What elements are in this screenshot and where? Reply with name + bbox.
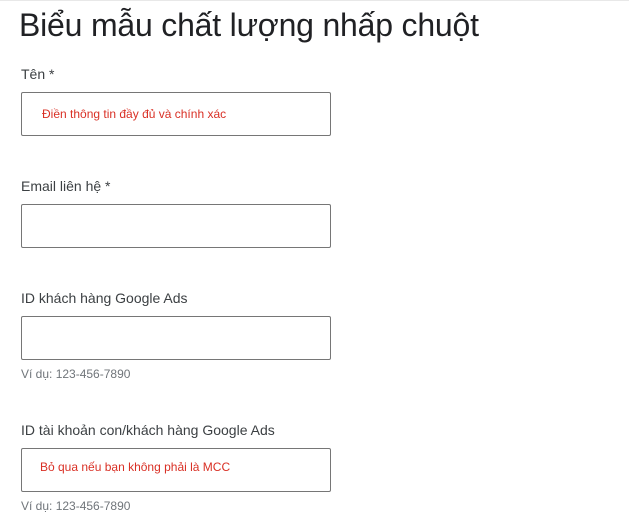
- google-ads-subaccount-id-label: ID tài khoản con/khách hàng Google Ads: [21, 422, 275, 438]
- name-label: Tên *: [21, 66, 55, 82]
- contact-email-input[interactable]: [21, 204, 331, 248]
- click-quality-form: Biểu mẫu chất lượng nhấp chuột Tên * Ema…: [0, 0, 629, 530]
- contact-email-label: Email liên hệ *: [21, 178, 111, 194]
- top-divider: [0, 0, 629, 1]
- google-ads-customer-id-hint: Ví dụ: 123-456-7890: [21, 367, 131, 381]
- google-ads-customer-id-label: ID khách hàng Google Ads: [21, 290, 188, 306]
- name-input[interactable]: [21, 92, 331, 136]
- page-title: Biểu mẫu chất lượng nhấp chuột: [19, 7, 479, 43]
- google-ads-subaccount-id-input[interactable]: [21, 448, 331, 492]
- google-ads-subaccount-id-hint: Ví dụ: 123-456-7890: [21, 499, 131, 513]
- google-ads-customer-id-input[interactable]: [21, 316, 331, 360]
